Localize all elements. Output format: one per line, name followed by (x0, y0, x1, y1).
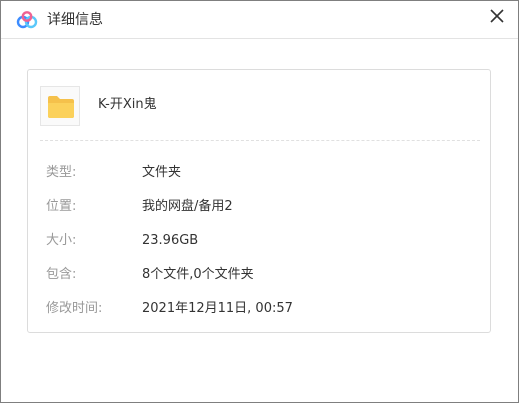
file-thumbnail (40, 86, 80, 126)
detail-row-type: 类型: 文件夹 (46, 164, 476, 198)
detail-label: 包含: (46, 267, 77, 282)
title-bar: 详细信息 (1, 1, 518, 39)
detail-value: 我的网盘/备用2 (142, 199, 233, 214)
detail-dialog: 详细信息 K-开Xin鬼 类型: 文件夹 位置: 我的网盘/备用2 大小: 23… (0, 0, 519, 403)
dialog-title: 详细信息 (47, 12, 103, 28)
detail-value: 2021年12月11日, 00:57 (142, 301, 293, 316)
detail-row-modified: 修改时间: 2021年12月11日, 00:57 (46, 300, 476, 334)
detail-row-location: 位置: 我的网盘/备用2 (46, 198, 476, 232)
detail-row-size: 大小: 23.96GB (46, 232, 476, 266)
detail-value: 23.96GB (142, 233, 199, 248)
detail-label: 大小: (46, 233, 77, 248)
baidu-netdisk-logo-icon (15, 11, 39, 29)
divider (40, 140, 480, 141)
detail-label: 类型: (46, 165, 77, 180)
detail-value: 文件夹 (142, 165, 182, 180)
file-name: K-开Xin鬼 (98, 97, 157, 112)
close-icon[interactable] (488, 7, 506, 25)
detail-label: 修改时间: (46, 301, 103, 316)
detail-row-contains: 包含: 8个文件,0个文件夹 (46, 266, 476, 300)
detail-list: 类型: 文件夹 位置: 我的网盘/备用2 大小: 23.96GB 包含: 8个文… (46, 164, 476, 334)
detail-label: 位置: (46, 199, 77, 214)
close-button[interactable] (488, 7, 506, 25)
file-info-card: K-开Xin鬼 类型: 文件夹 位置: 我的网盘/备用2 大小: 23.96GB… (27, 69, 491, 333)
folder-icon (48, 96, 74, 118)
detail-value: 8个文件,0个文件夹 (142, 267, 254, 282)
